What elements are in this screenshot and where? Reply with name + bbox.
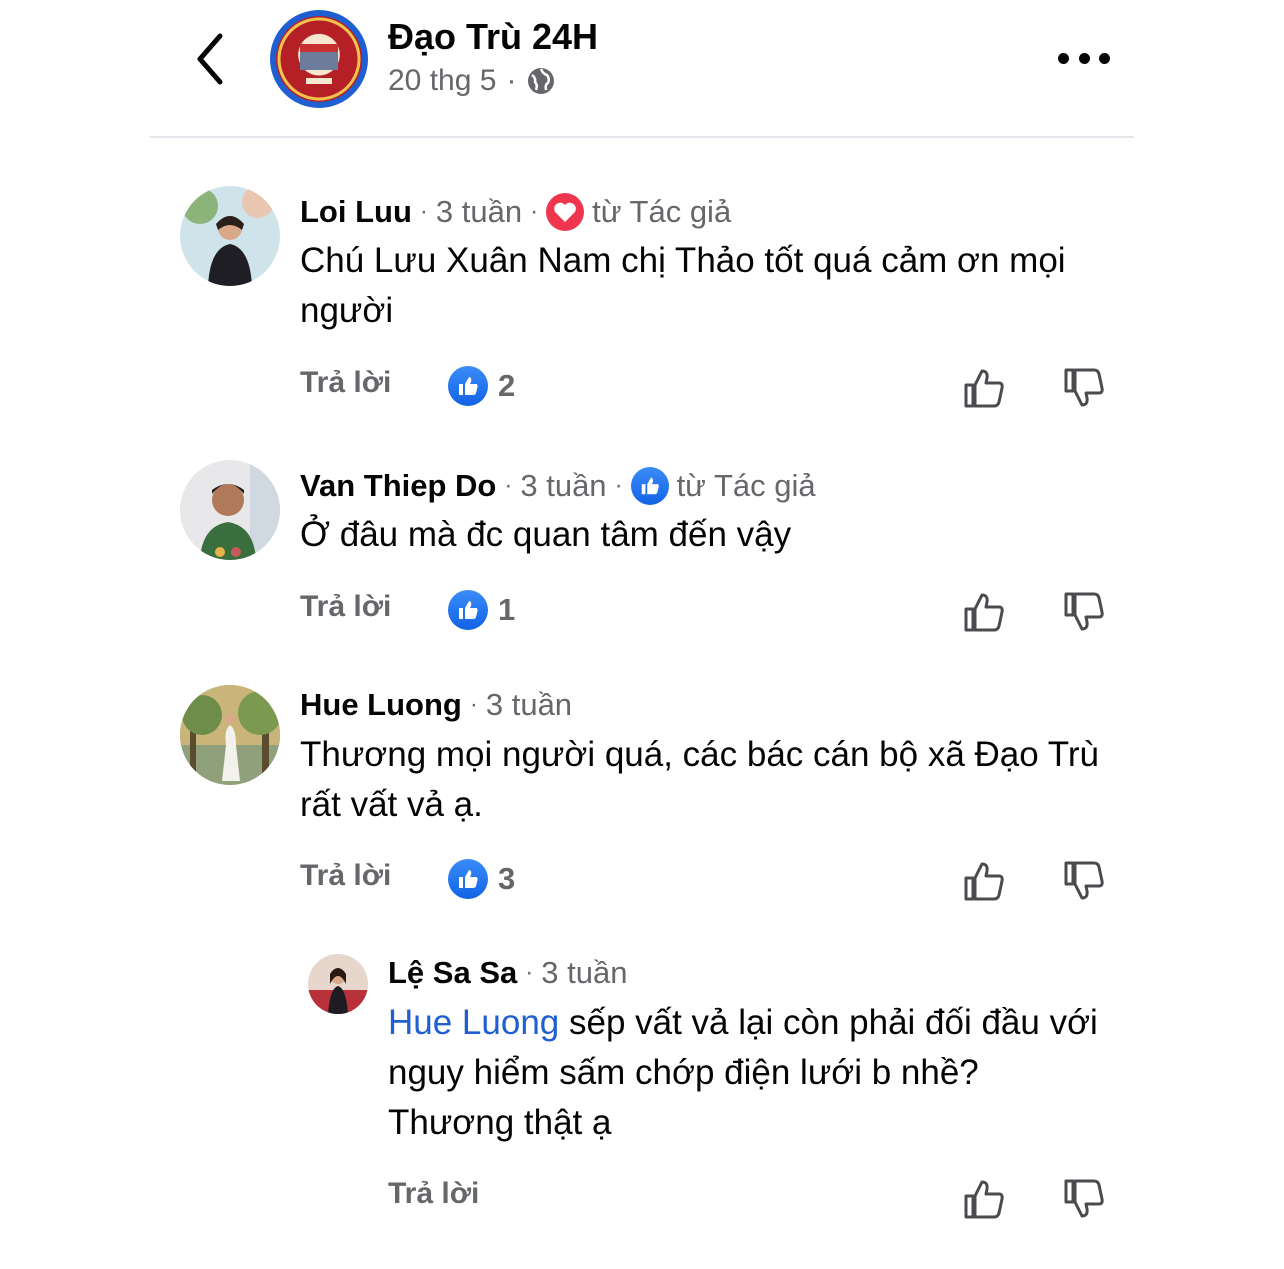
like-count-value: 1 [498,592,516,627]
like-count[interactable]: 1 [448,590,515,630]
avatar[interactable] [180,685,280,785]
reply-button[interactable]: Trả lời [388,1177,479,1211]
thumbs-up-icon[interactable] [962,366,1006,410]
reply-button[interactable]: Trả lời [300,590,391,624]
more-dot [1078,52,1090,64]
reply-text: Hue Luong sếp vất vả lại còn phải đối đầ… [388,998,1108,1148]
comment-header: Van Thiep Do · 3 tuần · từ Tác giả [300,467,816,505]
header-divider [150,136,1134,138]
comment-time[interactable]: 3 tuần [436,194,522,230]
more-horizontal-icon [1058,52,1069,64]
meta-dot: · [469,691,478,718]
avatar[interactable] [308,954,368,1014]
like-count-value: 3 [498,861,516,896]
comment-time[interactable]: 3 tuần [486,687,572,723]
page-logo [276,16,362,102]
thumbs-down-icon[interactable] [1062,1177,1106,1221]
thumbs-up-icon[interactable] [962,859,1006,903]
like-icon [630,467,669,505]
comment-header: Hue Luong · 3 tuần [300,687,572,723]
thumbs-down-icon[interactable] [1062,366,1106,410]
comment-actions: Trả lời [300,859,391,893]
like-count-value: 2 [498,368,516,403]
back-button[interactable] [190,30,230,88]
reply-actions: Trả lời [388,1177,479,1211]
comment-actions: Trả lời [300,366,391,400]
author-reaction-tag: từ Tác giả [592,194,732,229]
comment-text: Chú Lưu Xuân Nam chị Thảo tốt quá cảm ơn… [300,241,1066,330]
like-icon [448,366,488,406]
post-meta: 20 thg 5 · [388,64,556,98]
like-count[interactable]: 2 [448,366,515,406]
avatar[interactable] [180,186,280,286]
chevron-left-icon [197,33,223,85]
meta-dot: · [504,472,513,499]
comment-actions: Trả lời [300,590,391,624]
comment-time[interactable]: 3 tuần [520,468,606,504]
comment-author[interactable]: Hue Luong [300,687,462,723]
meta-dot: · [530,198,539,225]
reply-time[interactable]: 3 tuần [541,955,627,991]
more-dot [1099,52,1110,64]
globe-icon [528,68,555,94]
avatar[interactable] [180,460,280,560]
reply-button[interactable]: Trả lời [300,859,391,893]
comment-text: Thương mọi người quá, các bác cán bộ xã … [300,735,1100,824]
thumbs-up-icon[interactable] [962,590,1006,634]
reply-author[interactable]: Lệ Sa Sa [388,955,517,991]
meta-dot: · [614,472,623,499]
post-date[interactable]: 20 thg 5 [388,64,496,98]
thumbs-down-icon[interactable] [1062,859,1106,903]
mention-link[interactable]: Hue Luong [388,1003,559,1042]
like-icon [448,859,488,899]
meta-dot: · [525,959,534,986]
comment-author[interactable]: Loi Luu [300,194,412,230]
author-reaction-tag: từ Tác giả [676,468,816,503]
page-avatar[interactable] [270,10,368,108]
reply-header: Lệ Sa Sa · 3 tuần [388,955,627,991]
thumbs-up-icon[interactable] [962,1177,1006,1221]
like-icon [448,590,488,630]
meta-dot: · [419,198,428,225]
reply-button[interactable]: Trả lời [300,366,391,400]
comment-header: Loi Luu · 3 tuần · từ Tác giả [300,193,731,231]
more-options-button[interactable] [1058,42,1110,74]
heart-icon [546,193,585,231]
page-title[interactable]: Đạo Trù 24H [388,16,598,58]
like-count[interactable]: 3 [448,859,515,899]
comment-text: Ở đâu mà đc quan tâm đến vậy [300,515,792,554]
comment-author[interactable]: Van Thiep Do [300,468,496,504]
meta-dot: · [506,64,517,97]
thumbs-down-icon[interactable] [1062,590,1106,634]
